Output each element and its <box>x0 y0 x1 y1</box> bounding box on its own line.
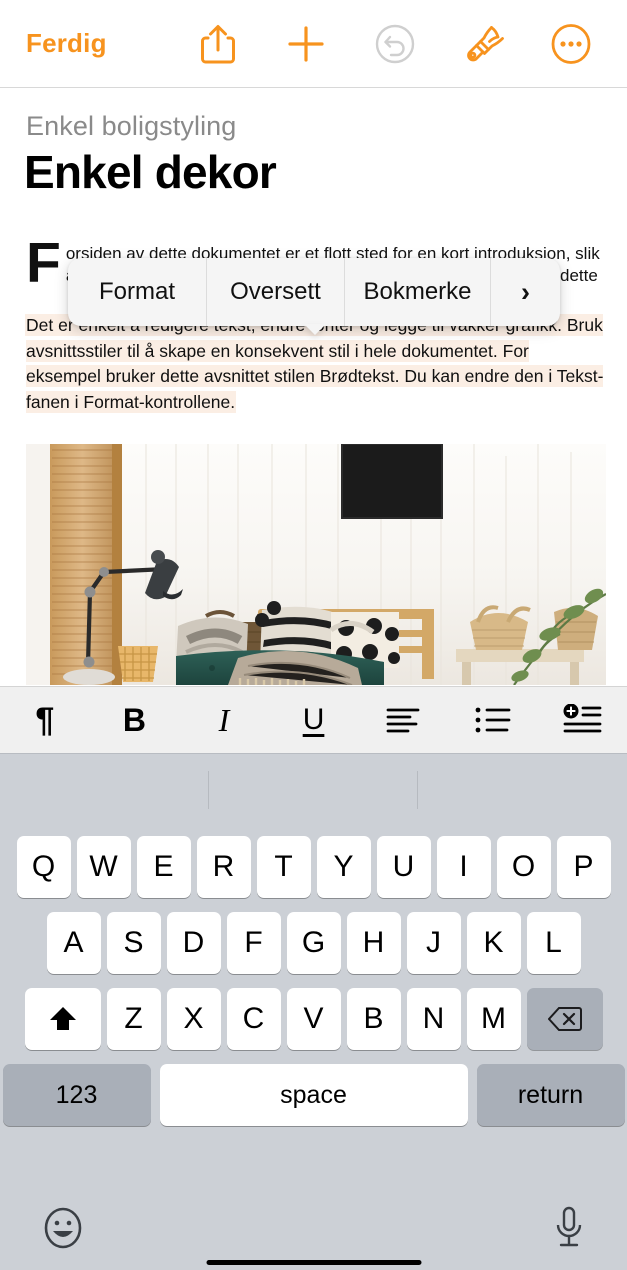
dictation-microphone-icon[interactable] <box>553 1205 585 1251</box>
document-image[interactable] <box>26 444 606 685</box>
key-g[interactable]: G <box>286 912 341 974</box>
keyboard-row-4: 123 space return <box>0 1064 627 1126</box>
space-key[interactable]: space <box>159 1064 468 1126</box>
key-k[interactable]: K <box>466 912 521 974</box>
document-canvas[interactable]: Enkel boligstyling Enkel dekor F orsiden… <box>0 89 627 685</box>
key-u[interactable]: U <box>376 836 431 898</box>
key-v[interactable]: V <box>286 988 341 1050</box>
home-indicator <box>206 1260 421 1265</box>
bold-glyph: B <box>122 702 146 738</box>
paragraph-style-glyph: ¶ <box>35 701 55 739</box>
keyboard-row-3: ZXCVBNM <box>0 988 627 1050</box>
insert-list-item-icon[interactable] <box>537 686 627 754</box>
menu-item-format[interactable]: Format <box>68 258 207 326</box>
underline-glyph: U <box>302 703 325 736</box>
format-toolbar: ¶ B I U <box>0 686 627 754</box>
key-b[interactable]: B <box>346 988 401 1050</box>
prediction-divider-2 <box>417 771 418 809</box>
key-f[interactable]: F <box>226 912 281 974</box>
more-ellipsis-icon[interactable] <box>545 18 597 70</box>
key-c[interactable]: C <box>226 988 281 1050</box>
top-toolbar: Ferdig <box>0 0 627 88</box>
shift-key[interactable] <box>24 988 101 1050</box>
top-toolbar-icon-group <box>180 0 627 88</box>
key-y[interactable]: Y <box>316 836 371 898</box>
bold-icon[interactable]: B <box>90 686 180 754</box>
context-menu-pointer <box>304 324 326 335</box>
numbers-key[interactable]: 123 <box>2 1064 151 1126</box>
document-eyebrow: Enkel boligstyling <box>26 111 237 141</box>
key-p[interactable]: P <box>556 836 611 898</box>
key-s[interactable]: S <box>106 912 161 974</box>
key-m[interactable]: M <box>466 988 521 1050</box>
key-o[interactable]: O <box>496 836 551 898</box>
delete-key[interactable] <box>526 988 603 1050</box>
onscreen-keyboard: QWERTYUIOP ASDFGHJKL ZXCVBNM 123 space r… <box>0 754 627 1270</box>
share-icon[interactable] <box>192 18 244 70</box>
page-title: Enkel dekor <box>24 146 277 198</box>
italic-icon[interactable]: I <box>179 686 269 754</box>
undo-icon[interactable] <box>369 18 421 70</box>
key-j[interactable]: J <box>406 912 461 974</box>
key-h[interactable]: H <box>346 912 401 974</box>
key-n[interactable]: N <box>406 988 461 1050</box>
key-w[interactable]: W <box>76 836 131 898</box>
paragraph-style-icon[interactable]: ¶ <box>0 686 90 754</box>
key-q[interactable]: Q <box>16 836 71 898</box>
key-r[interactable]: R <box>196 836 251 898</box>
menu-item-oversett[interactable]: Oversett <box>207 258 345 326</box>
underline-icon[interactable]: U <box>269 686 359 754</box>
insert-plus-icon[interactable] <box>280 18 332 70</box>
bullet-list-icon[interactable] <box>448 686 538 754</box>
keyboard-row-1: QWERTYUIOP <box>0 836 627 898</box>
key-z[interactable]: Z <box>106 988 161 1050</box>
key-x[interactable]: X <box>166 988 221 1050</box>
format-brush-icon[interactable] <box>457 18 509 70</box>
keyboard-bottom-bar <box>0 1186 627 1270</box>
emoji-icon[interactable] <box>42 1205 84 1251</box>
keyboard-row-2: ASDFGHJKL <box>0 912 627 974</box>
predictive-text-bar[interactable] <box>0 754 627 824</box>
key-a[interactable]: A <box>46 912 101 974</box>
key-l[interactable]: L <box>526 912 581 974</box>
text-context-menu: Format Oversett Bokmerke › <box>68 258 560 326</box>
return-key[interactable]: return <box>476 1064 625 1126</box>
key-t[interactable]: T <box>256 836 311 898</box>
screen: Ferdig Enkel boligstyling Enkel dekor F … <box>0 0 627 1270</box>
key-d[interactable]: D <box>166 912 221 974</box>
done-button[interactable]: Ferdig <box>26 28 107 59</box>
key-e[interactable]: E <box>136 836 191 898</box>
italic-glyph: I <box>218 702 230 738</box>
align-left-icon[interactable] <box>358 686 448 754</box>
drop-cap: F <box>26 243 61 295</box>
menu-item-bokmerke[interactable]: Bokmerke <box>345 258 491 326</box>
key-i[interactable]: I <box>436 836 491 898</box>
prediction-divider-1 <box>208 771 209 809</box>
menu-item-next[interactable]: › <box>491 258 560 326</box>
